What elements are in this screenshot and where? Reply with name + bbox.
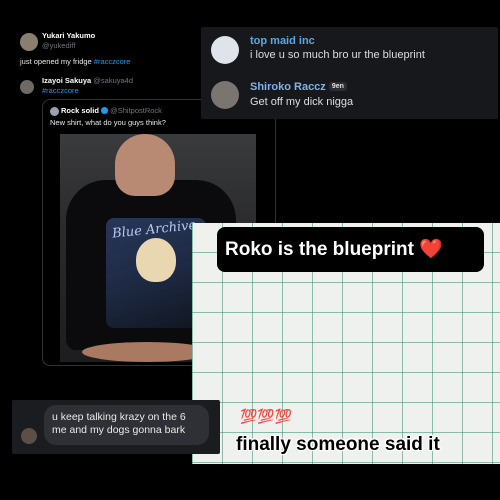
avatar[interactable]: [21, 428, 37, 444]
image-caption: Roko is the blueprint ❤️: [217, 227, 484, 272]
avatar[interactable]: [211, 36, 239, 64]
quote-avatar: [50, 107, 59, 116]
avatar[interactable]: [20, 80, 34, 94]
tweet-header: Yukari Yakumo @yukediff: [42, 31, 95, 51]
anime-face: [136, 238, 176, 282]
avatar[interactable]: [20, 33, 38, 51]
tweet-text: just opened my fridge #racczcore: [20, 57, 130, 67]
verified-icon: [101, 107, 109, 114]
shirt-graphic: Blue Archive: [106, 218, 206, 328]
quote-author-handle[interactable]: @ShitpostRock: [110, 106, 162, 115]
hundred-emoji: 💯💯💯: [240, 408, 293, 424]
tweet-body: just opened my fridge: [20, 57, 94, 66]
hashtag-link[interactable]: #racczcore: [42, 86, 79, 95]
username: Shiroko Raccz 9en: [250, 81, 353, 93]
quote-header: Rock solid @ShitpostRock: [61, 106, 162, 116]
author-handle[interactable]: @yukediff: [42, 41, 75, 50]
bottom-caption: finally someone said it: [236, 434, 440, 455]
author-name[interactable]: Izayoi Sakuya: [42, 76, 91, 85]
message-text: Get off my dick nigga: [250, 96, 354, 108]
phone-hand: [115, 134, 175, 196]
message-text: i love u so much bro ur the blueprint: [250, 49, 425, 61]
tweet-header: Izayoi Sakuya @sakuya4d #racczcore: [42, 76, 133, 96]
hashtag-link[interactable]: #racczcore: [94, 57, 131, 66]
quote-author-name[interactable]: Rock solid: [61, 106, 99, 115]
avatar[interactable]: [211, 81, 239, 109]
message: top maid inc i love u so much bro ur the…: [250, 35, 425, 61]
username-text[interactable]: Shiroko Raccz: [250, 81, 326, 93]
chat-bubble: u keep talking krazy on the 6 me and my …: [44, 405, 209, 445]
message: Shiroko Raccz 9en Get off my dick nigga: [250, 81, 353, 108]
quote-text: New shirt, what do you guys think?: [50, 118, 166, 127]
username[interactable]: top maid inc: [250, 35, 425, 47]
author-name[interactable]: Yukari Yakumo: [42, 31, 95, 40]
author-handle[interactable]: @sakuya4d: [93, 76, 133, 85]
discord-panel: top maid inc i love u so much bro ur the…: [201, 27, 498, 119]
server-tag: 9en: [328, 82, 347, 91]
